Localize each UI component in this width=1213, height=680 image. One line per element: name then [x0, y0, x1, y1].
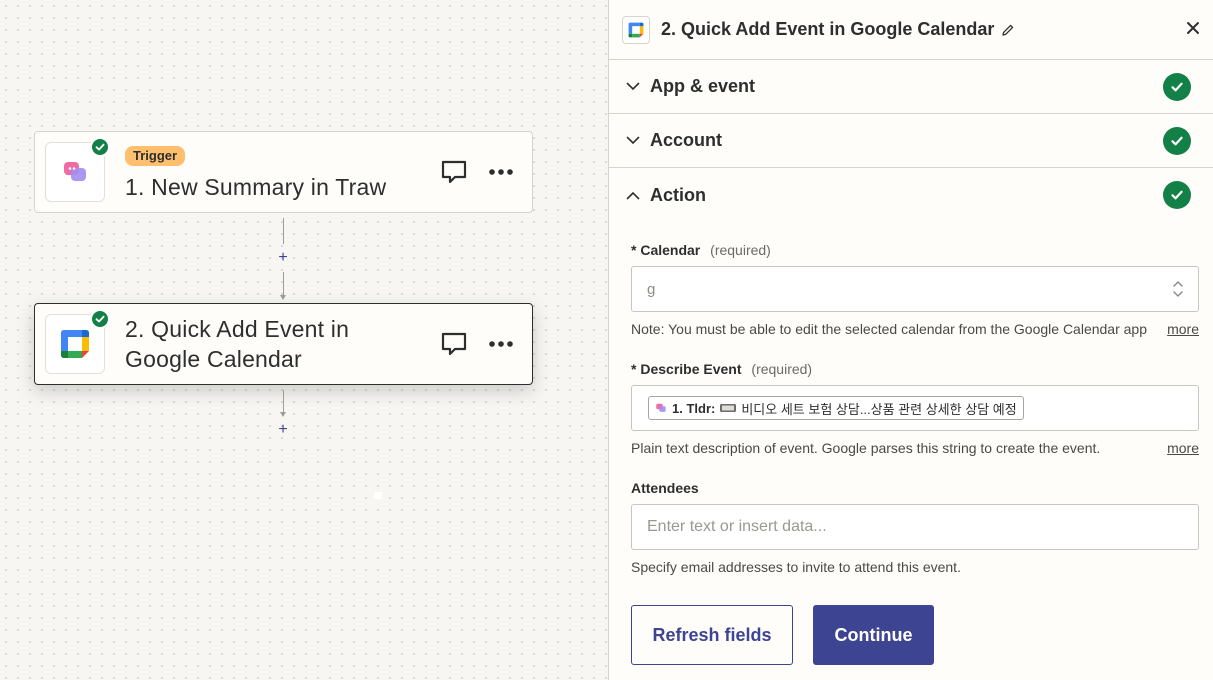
required-hint: (required) — [751, 361, 813, 377]
attendees-field: Attendees Enter text or insert data... S… — [631, 480, 1199, 575]
more-options-icon[interactable] — [488, 340, 514, 348]
pencil-icon[interactable] — [1001, 23, 1015, 37]
calendar-help-text: Note: You must be able to edit the selec… — [631, 321, 1148, 337]
comment-icon[interactable] — [440, 330, 468, 358]
trigger-step-title: 1. New Summary in Traw — [125, 174, 387, 200]
attendees-help-row: Specify email addresses to invite to att… — [631, 559, 1199, 575]
connector-line — [283, 272, 284, 296]
required-asterisk: * — [631, 242, 637, 258]
chevron-down-icon — [625, 133, 641, 149]
step-editor-panel: 2. Quick Add Event in Google Calendar Ap… — [608, 0, 1213, 680]
panel-title: 2. Quick Add Event in Google Calendar — [661, 19, 995, 39]
attendees-label: Attendees — [631, 480, 699, 496]
google-calendar-logo-icon — [61, 330, 89, 358]
section-label: App & event — [650, 76, 756, 96]
add-step-button[interactable]: + — [275, 249, 291, 267]
pill-value: 비디오 세트 보험 상담...상품 관련 상세한 상담 예정 — [741, 401, 1017, 417]
panel-header: 2. Quick Add Event in Google Calendar — [609, 0, 1213, 60]
traw-logo-icon — [64, 162, 86, 181]
trigger-badge: Trigger — [125, 146, 186, 166]
pill-field-name: 1. Tldr: — [672, 400, 716, 416]
section-action[interactable]: Action — [609, 168, 1213, 222]
section-label: Action — [650, 184, 706, 205]
action-status-check-icon — [90, 309, 110, 329]
check-icon — [1163, 73, 1191, 101]
traw-logo-icon — [656, 403, 666, 412]
connector-arrow — [280, 412, 286, 417]
action-step-title-line1: 2. Quick Add Event in — [125, 316, 350, 342]
mapped-data-pill[interactable]: 1. Tldr: 비디오 세트 보험 상담...상품 관련 상세한 상담 예정 — [648, 396, 1024, 420]
continue-button[interactable]: Continue — [813, 605, 934, 665]
action-step-title-line2: Google Calendar — [125, 346, 302, 372]
canvas-marker — [374, 492, 382, 499]
video-icon — [720, 404, 737, 412]
calendar-label-text: Calendar — [640, 242, 701, 258]
refresh-fields-button[interactable]: Refresh fields — [631, 605, 793, 665]
connector-arrow — [280, 295, 286, 300]
action-step-text: 2. Quick Add Event in Google Calendar — [125, 314, 349, 374]
trigger-step-card[interactable]: Trigger 1. New Summary in Traw — [34, 131, 533, 213]
trigger-step-actions — [440, 158, 514, 186]
calendar-label: * Calendar (required) — [631, 242, 1199, 258]
select-arrows-icon — [1172, 279, 1184, 304]
describe-event-help-row: Plain text description of event. Google … — [631, 440, 1199, 456]
action-step-actions — [440, 330, 514, 358]
check-icon — [1163, 127, 1191, 155]
more-options-icon[interactable] — [488, 168, 514, 176]
connector-line — [283, 218, 284, 244]
calendar-help-row: Note: You must be able to edit the selec… — [631, 321, 1199, 337]
section-app-event[interactable]: App & event — [609, 60, 1213, 114]
connector-line — [283, 390, 284, 414]
section-label: Account — [650, 130, 722, 150]
calendar-select[interactable]: g — [631, 266, 1199, 312]
workflow-canvas[interactable]: Trigger 1. New Summary in Traw + 2. Quic… — [0, 0, 608, 680]
trigger-step-text: Trigger 1. New Summary in Traw — [125, 146, 386, 202]
google-calendar-logo-icon — [622, 15, 650, 44]
attendees-placeholder: Enter text or insert data... — [647, 518, 827, 535]
describe-event-more-link[interactable]: more — [1167, 440, 1199, 456]
required-hint: (required) — [710, 242, 771, 258]
attendees-help-text: Specify email addresses to invite to att… — [631, 559, 961, 575]
check-icon — [1163, 181, 1191, 209]
describe-event-help-text: Plain text description of event. Google … — [631, 440, 1101, 456]
chevron-down-icon — [625, 79, 641, 95]
close-icon[interactable] — [1183, 18, 1203, 38]
comment-icon[interactable] — [440, 158, 468, 186]
attendees-input[interactable]: Enter text or insert data... — [631, 504, 1199, 550]
action-step-card[interactable]: 2. Quick Add Event in Google Calendar — [34, 303, 533, 385]
redacted-value — [655, 276, 866, 302]
add-step-button[interactable]: + — [275, 421, 291, 439]
calendar-field: * Calendar (required) g Note: You must b… — [631, 242, 1199, 337]
required-asterisk: * — [631, 361, 637, 377]
chevron-up-icon — [625, 187, 641, 203]
section-account[interactable]: Account — [609, 114, 1213, 168]
describe-event-input[interactable]: 1. Tldr: 비디오 세트 보험 상담...상품 관련 상세한 상담 예정 — [631, 385, 1199, 431]
describe-event-label-text: Describe Event — [640, 361, 742, 377]
describe-event-field: * Describe Event (required) 1. Tldr: 비디오… — [631, 361, 1199, 456]
trigger-status-check-icon — [90, 137, 110, 157]
describe-event-label: * Describe Event (required) — [631, 361, 1199, 377]
calendar-more-link[interactable]: more — [1167, 321, 1199, 337]
calendar-select-value: g — [647, 280, 656, 298]
